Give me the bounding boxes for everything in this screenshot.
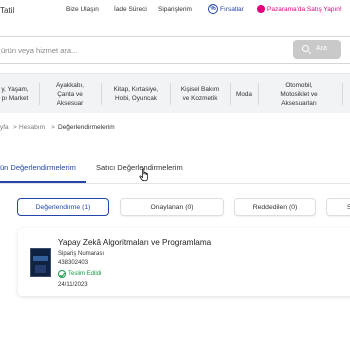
order-date: 24/11/2023	[58, 282, 88, 288]
filter-more[interactable]: S	[326, 198, 350, 216]
orders-link[interactable]: Siparişlerim	[158, 6, 192, 13]
check-circle-icon	[58, 270, 66, 278]
breadcrumb-account[interactable]: Hesabım	[19, 124, 45, 131]
category-divider	[342, 83, 343, 105]
filter-rejected[interactable]: Reddedilen (0)	[234, 198, 316, 216]
breadcrumb-home[interactable]: yfa	[0, 124, 9, 131]
category-automotive[interactable]: Otomobil, Motosiklet ve Aksesuarları	[263, 74, 335, 114]
category-divider	[170, 83, 171, 105]
category-divider	[258, 83, 259, 105]
search-icon	[302, 45, 309, 52]
brand-label[interactable]: Tatil	[0, 6, 14, 15]
product-image[interactable]	[30, 248, 51, 277]
book-cover-band	[33, 256, 48, 261]
search-button-label: Ara	[316, 45, 327, 52]
tab-product-reviews[interactable]: ün Değerlendirmelerim	[0, 163, 76, 172]
tabs-divider	[0, 183, 350, 184]
breadcrumb-separator: >	[51, 124, 55, 131]
category-bar: y, Yaşam, pı Market Ayakkabı, Çanta ve A…	[0, 73, 350, 113]
category-personal-care[interactable]: Kişisel Bakım ve Kozmetik	[172, 74, 228, 114]
search-button[interactable]: Ara	[293, 40, 341, 59]
percent-badge-icon: %	[208, 4, 218, 14]
sell-on-pazarama-link[interactable]: Pazarama'da Satış Yapın!	[267, 6, 342, 13]
returns-link[interactable]: İade Süreci	[114, 6, 147, 13]
top-bar: Tatil Bize Ulaşın İade Süreci Siparişler…	[0, 0, 350, 22]
product-title[interactable]: Yapay Zekâ Algoritmaları ve Programlama	[58, 238, 211, 247]
category-shoes-bags[interactable]: Ayakkabı, Çanta ve Aksesuar	[44, 74, 96, 114]
category-home-living[interactable]: y, Yaşam, pı Market	[0, 74, 38, 114]
filter-approved[interactable]: Onaylanan (0)	[120, 198, 224, 216]
deals-link[interactable]: Fırsatlar	[220, 6, 244, 13]
book-cover-band	[35, 265, 46, 273]
order-number-value: 438302403	[58, 260, 89, 266]
category-books-hobby[interactable]: Kitap, Kırtasiye, Hobi, Oyuncak	[104, 74, 168, 114]
order-number-label: Sipariş Numarası	[58, 251, 105, 257]
breadcrumb-separator: >	[13, 124, 17, 131]
filter-reviewable[interactable]: Değerlendirme (1)	[17, 198, 109, 216]
contact-link[interactable]: Bize Ulaşın	[66, 6, 99, 13]
category-fashion[interactable]: Moda	[231, 74, 257, 114]
category-divider	[101, 83, 102, 105]
breadcrumb-current: Değerlendirmelerim	[58, 124, 115, 131]
pazarama-dot-icon	[257, 5, 265, 13]
hand-pointer-icon	[139, 168, 148, 182]
search-input[interactable]: ürün veya hizmet ara...	[1, 46, 77, 55]
delivery-status: Teslim Edildi	[68, 271, 102, 277]
category-divider	[39, 83, 40, 105]
